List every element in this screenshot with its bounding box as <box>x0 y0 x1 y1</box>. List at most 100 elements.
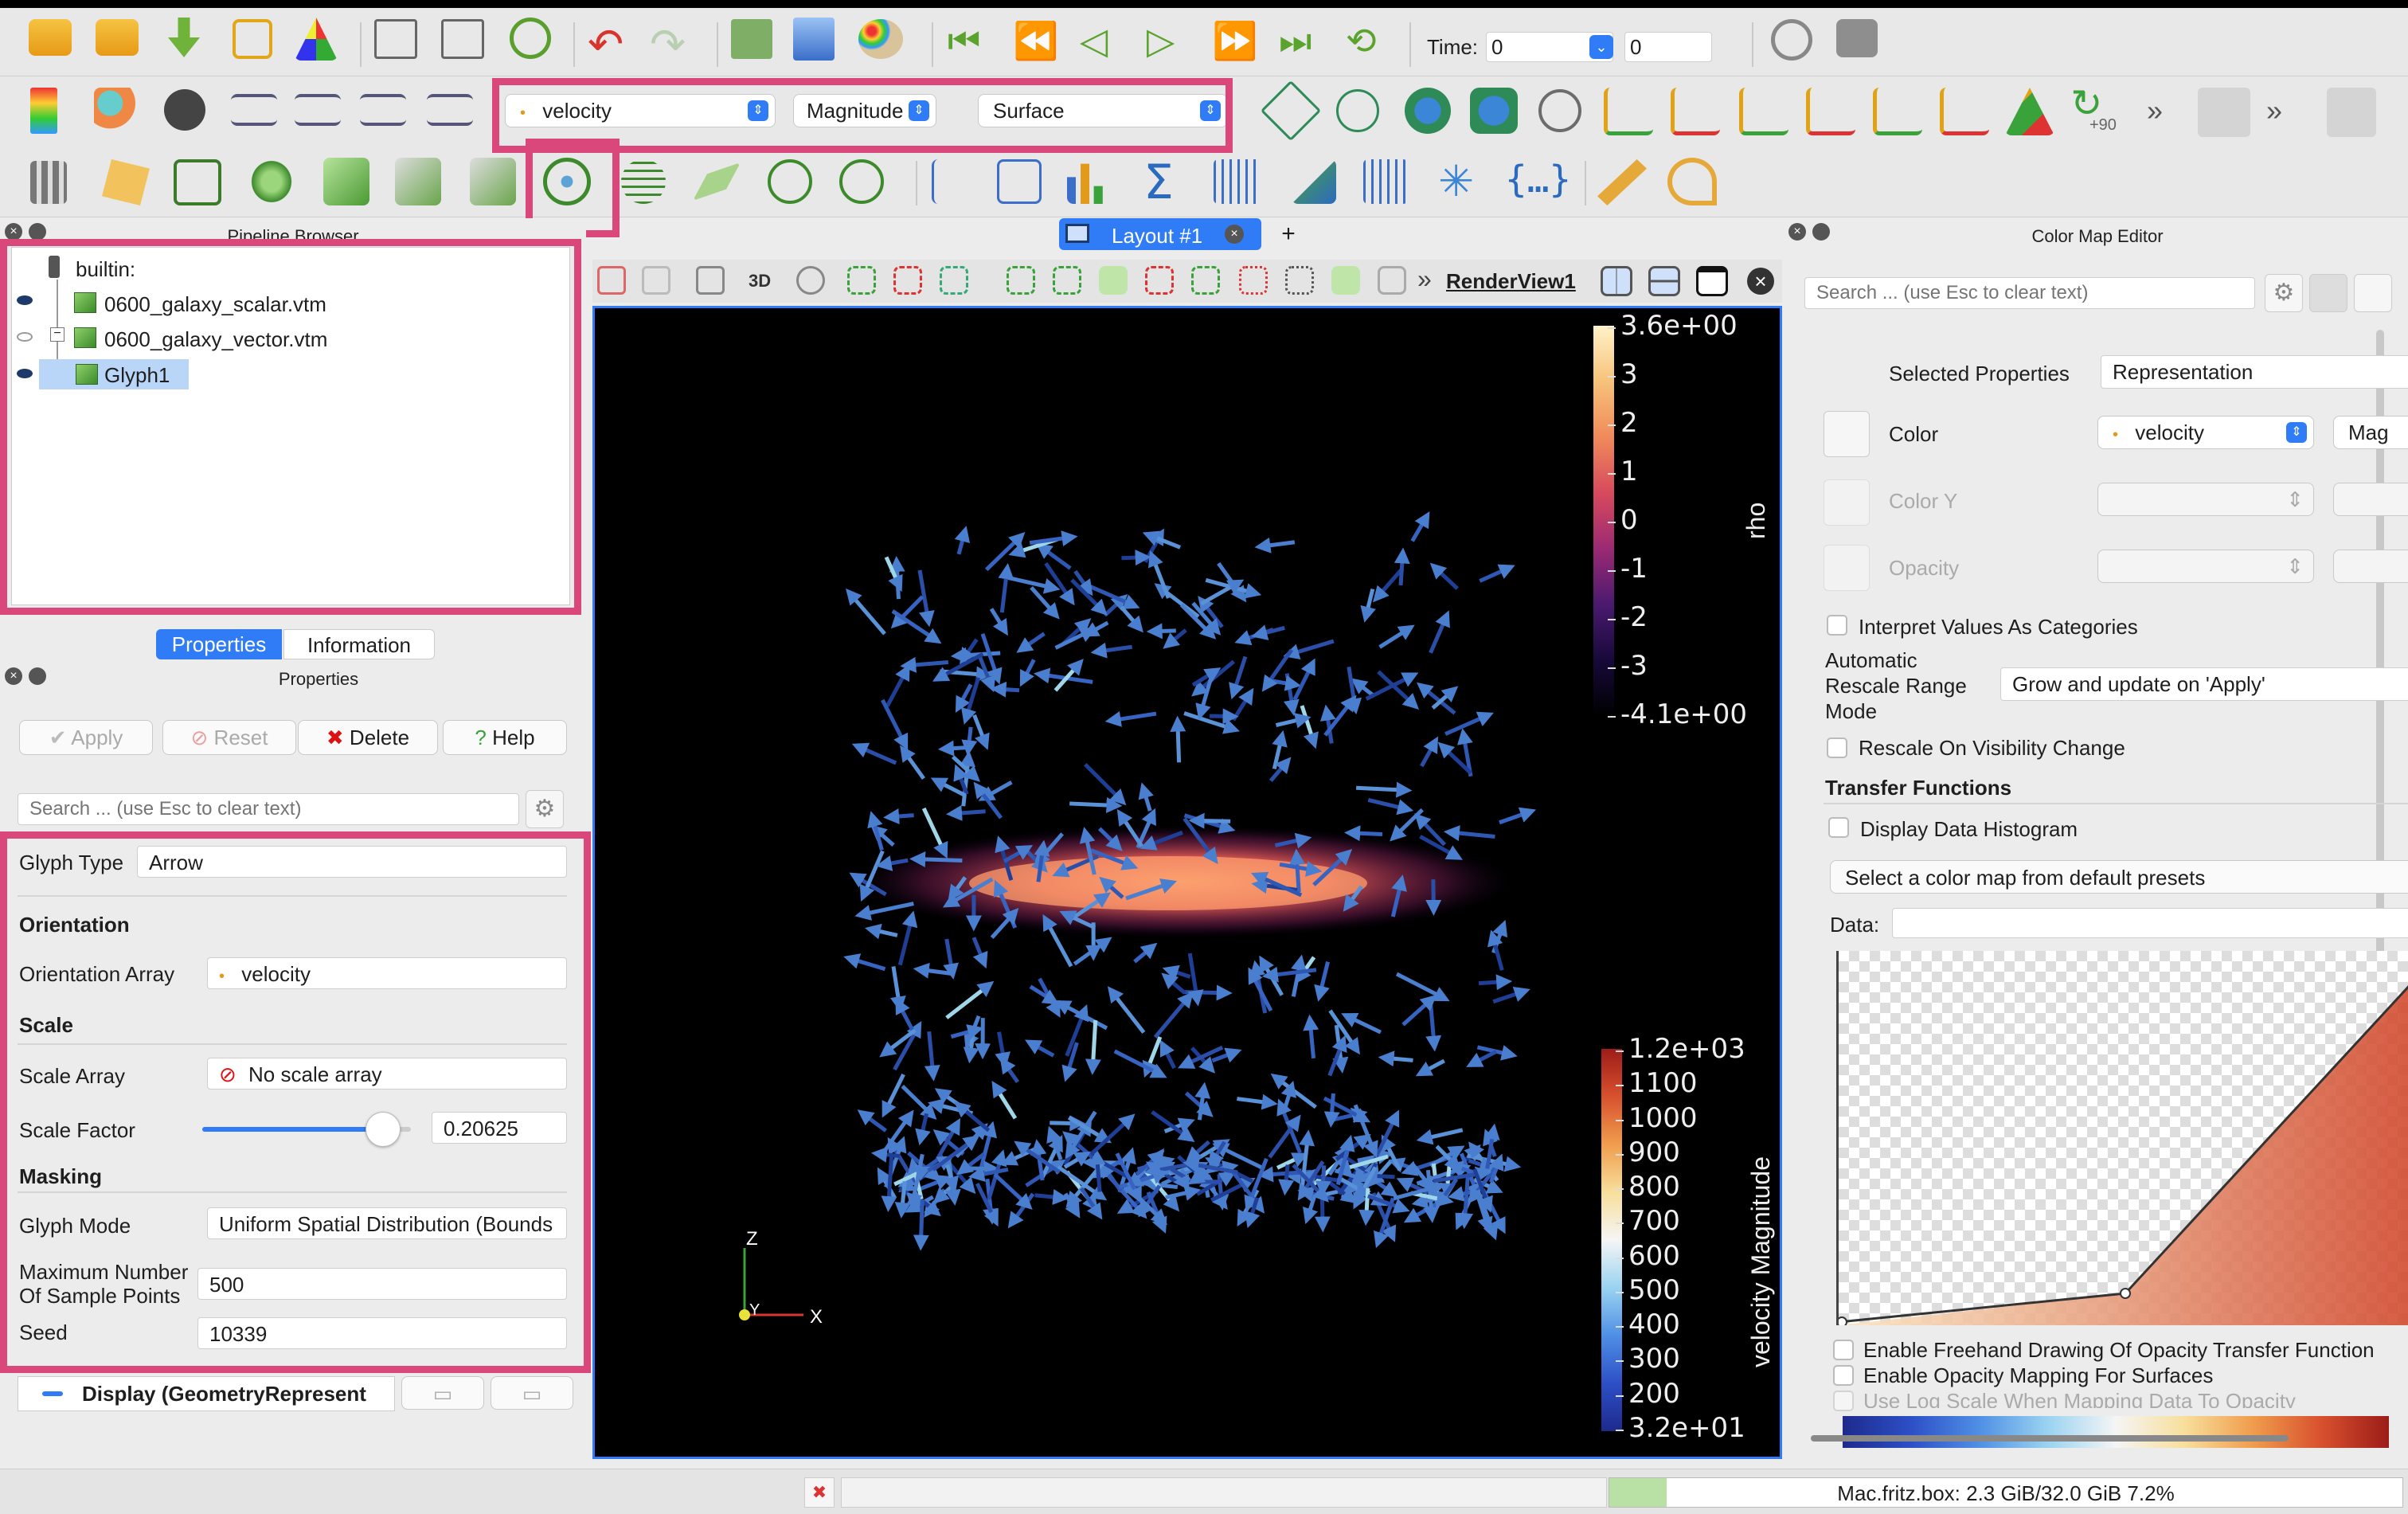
find-data-icon[interactable] <box>1771 19 1812 61</box>
toggle-3d-button[interactable]: 3D <box>749 271 771 291</box>
view-plus-x-icon[interactable] <box>1604 88 1653 135</box>
extract-level-icon[interactable] <box>839 159 884 204</box>
layout-tab-close-icon[interactable]: × <box>1225 225 1244 244</box>
contour-icon[interactable] <box>102 159 150 205</box>
choose-preset-button[interactable]: Select a color map from default presets <box>1830 860 2408 894</box>
gear-icon[interactable]: ⚙ <box>2265 274 2303 312</box>
opacity-combo[interactable]: ⇕ <box>2097 550 2314 583</box>
extract-selection-icon[interactable] <box>1331 266 1360 295</box>
freehand-checkbox[interactable] <box>1833 1340 1854 1360</box>
color-legend-icon[interactable] <box>2309 274 2347 312</box>
macro-icon[interactable] <box>374 19 417 59</box>
eye-visible-icon[interactable] <box>17 295 33 305</box>
snowflake-icon[interactable]: ✳ <box>1438 156 1474 206</box>
color-scheme-icon[interactable] <box>2354 274 2392 312</box>
view-plus-z-icon[interactable] <box>1873 88 1922 135</box>
glyph-filter-icon[interactable] <box>543 158 591 205</box>
temporal-statistics-icon[interactable] <box>1214 159 1260 204</box>
display-histogram-checkbox[interactable] <box>1828 817 1849 838</box>
open-folder-icon[interactable] <box>29 19 72 56</box>
group-datasets-icon[interactable] <box>768 159 812 204</box>
toolbar-overflow-2[interactable]: » <box>2266 94 2282 127</box>
scale-factor-input[interactable]: 0.20625 <box>432 1112 567 1144</box>
array-combo[interactable]: • velocity ⇕ <box>505 94 776 127</box>
gear-icon[interactable]: ⚙ <box>526 790 564 828</box>
select-block-icon[interactable] <box>940 266 968 295</box>
selected-properties-value[interactable]: Representation <box>2101 355 2408 389</box>
protractor-icon[interactable] <box>1667 158 1717 205</box>
select-points-icon[interactable] <box>893 266 922 295</box>
hover-points-icon[interactable] <box>1145 266 1174 295</box>
eye-hidden-icon[interactable] <box>17 332 33 342</box>
help-button[interactable]: ? Help <box>443 720 567 755</box>
error-icon[interactable]: ✖ <box>804 1477 835 1508</box>
screenshot-icon[interactable] <box>793 18 835 61</box>
rescale-visible-icon[interactable] <box>427 94 473 126</box>
layout-tab[interactable]: Layout #1 × <box>1059 218 1261 250</box>
interpret-categories-checkbox[interactable] <box>1827 615 1847 636</box>
reset-view-icon[interactable] <box>597 266 626 295</box>
plot-over-line-icon[interactable] <box>932 159 964 204</box>
tree-item-glyph-selected[interactable]: Glyph1 <box>39 359 189 389</box>
collapse-bar-icon[interactable] <box>42 1391 63 1396</box>
reset-range-icon[interactable] <box>164 89 205 131</box>
save-data-icon[interactable] <box>164 18 204 57</box>
interactive-select-icon[interactable] <box>1099 266 1128 295</box>
macro-delete-icon[interactable] <box>441 19 484 59</box>
glyph-mode-select[interactable]: Uniform Spatial Distribution (Bounds <box>207 1207 567 1239</box>
show-orientation-axes-icon[interactable] <box>2198 88 2250 137</box>
stream-tracer-icon[interactable] <box>621 159 666 204</box>
threshold-icon[interactable] <box>323 158 369 205</box>
color-array-combo[interactable]: • velocity ⇕ <box>2097 416 2314 449</box>
undo-icon[interactable]: ↶ <box>588 19 624 69</box>
scale-array-select[interactable]: ⊘ No scale array <box>207 1058 567 1090</box>
view-plus-y-icon[interactable] <box>1739 88 1788 135</box>
properties-tab[interactable]: Properties <box>156 629 282 659</box>
time-dropdown-icon[interactable]: ⌄ <box>1589 35 1613 59</box>
shrink-selection-icon[interactable] <box>1285 266 1314 295</box>
clip-icon[interactable] <box>174 159 221 205</box>
zoom-box-icon[interactable] <box>1538 89 1581 132</box>
camera-reset-icon[interactable] <box>1261 80 1321 141</box>
plot-selection-icon[interactable] <box>997 159 1042 204</box>
color-transfer-bar[interactable] <box>1843 1416 2389 1448</box>
rescale-temporal-icon[interactable] <box>360 94 406 126</box>
paste-properties-button[interactable]: ▭ <box>491 1376 573 1410</box>
scale-factor-slider[interactable] <box>202 1112 411 1147</box>
zoom-closest-icon[interactable] <box>1405 88 1451 134</box>
hover-cells-icon[interactable] <box>1191 266 1220 295</box>
previous-frame-icon[interactable]: ⏪ <box>1013 19 1058 63</box>
color-legend-icon[interactable] <box>30 88 57 134</box>
zoom-data-icon[interactable] <box>1336 89 1379 132</box>
max-points-input[interactable]: 500 <box>197 1268 567 1300</box>
toolbar-overflow-1[interactable]: » <box>2147 94 2163 127</box>
rescale-visibility-checkbox[interactable] <box>1827 737 1847 758</box>
data-range-input[interactable] <box>1892 908 2408 938</box>
eye-visible-icon[interactable] <box>17 369 33 378</box>
edit-color-map-icon[interactable] <box>94 88 140 132</box>
split-vertical-icon[interactable] <box>1648 266 1680 296</box>
information-tab[interactable]: Information <box>283 629 435 659</box>
render-view[interactable]: Z X Y 3.6e+003210-1-2-3-4.1e+00 rho 1.2e… <box>592 306 1782 1459</box>
connect-icon[interactable] <box>233 19 272 59</box>
zoom-visible-icon[interactable] <box>1470 88 1518 134</box>
play-icon[interactable]: ▷ <box>1147 19 1175 62</box>
load-state-icon[interactable] <box>96 19 139 56</box>
memory-meter[interactable]: Mac.fritz.box: 2.3 GiB/32.0 GiB 7.2% <box>1609 1477 2403 1508</box>
tree-item-vector[interactable]: 0600_galaxy_vector.vtm <box>104 327 327 352</box>
slice-icon[interactable] <box>248 158 295 205</box>
slider-handle[interactable] <box>366 1112 401 1147</box>
python-calculator-icon[interactable]: {…} <box>1505 158 1571 201</box>
select-polygon-icon[interactable] <box>1053 266 1081 295</box>
rescale-mode-select[interactable]: Grow and update on 'Apply' <box>2000 667 2408 701</box>
view-minus-x-icon[interactable] <box>1671 88 1720 135</box>
opacity-surfaces-checkbox[interactable] <box>1833 1365 1854 1386</box>
python-shell-icon[interactable] <box>295 18 338 61</box>
color-y-combo[interactable]: ⇕ <box>2097 483 2314 516</box>
add-layout-tab[interactable]: + <box>1272 220 1304 248</box>
redo-icon[interactable]: ↷ <box>650 19 686 69</box>
tree-item-scalar[interactable]: 0600_galaxy_scalar.vtm <box>104 292 326 317</box>
grow-selection-icon[interactable] <box>1239 266 1268 295</box>
opacity-icon[interactable] <box>1824 545 1870 591</box>
maximize-icon[interactable] <box>1696 266 1728 296</box>
